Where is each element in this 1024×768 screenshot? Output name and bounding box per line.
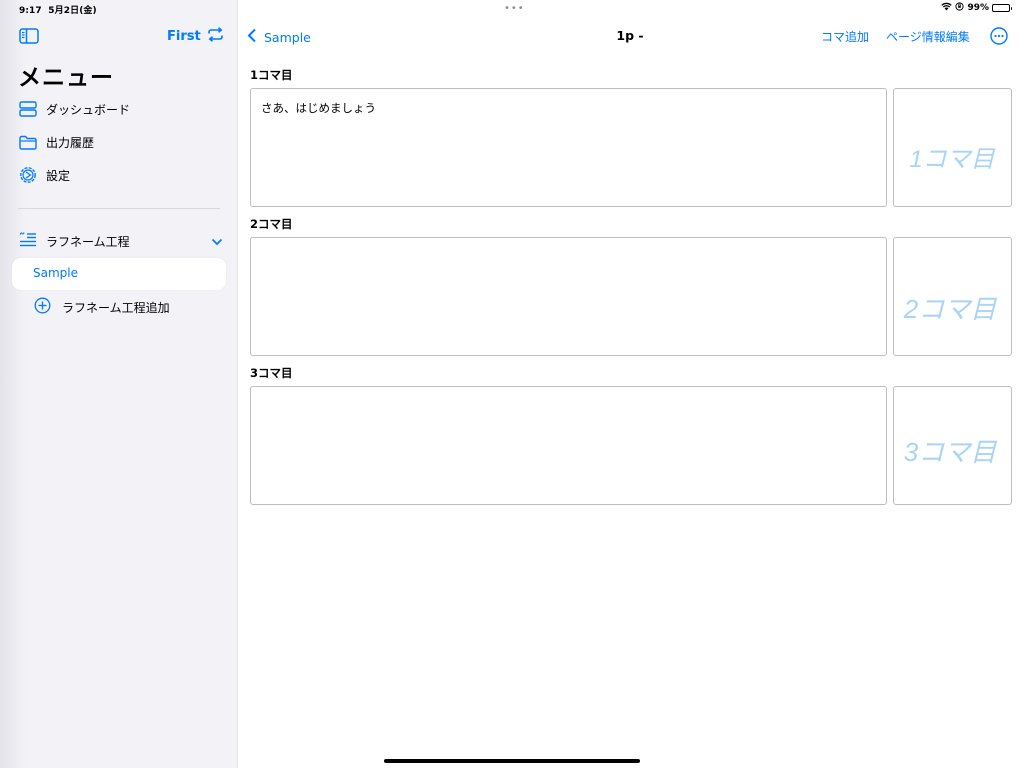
sketch-text: 3コマ目 <box>904 437 997 467</box>
chevron-left-icon <box>247 28 257 46</box>
wifi-icon <box>941 2 953 14</box>
page-title: 1p - <box>616 28 644 43</box>
status-clock: 9:17 5月2日(金) <box>19 3 97 16</box>
chevron-down-icon[interactable] <box>211 235 223 249</box>
frame-label: 2コマ目 <box>250 217 293 231</box>
dashboard-icon <box>19 100 37 118</box>
sidebar-item-label: ダッシュボード <box>46 102 131 117</box>
home-indicator[interactable] <box>384 759 640 763</box>
frame-text-field[interactable]: さあ、はじめましょう <box>250 88 887 207</box>
sketch-drawing: 3コマ目 <box>904 437 997 467</box>
frame-sketch[interactable]: 2コマ目 <box>893 237 1012 356</box>
frame-text-value: さあ、はじめましょう <box>261 101 376 115</box>
add-label: ラフネーム工程追加 <box>62 300 170 315</box>
battery-icon <box>992 4 1012 12</box>
section-label: ラフネーム工程 <box>46 235 130 249</box>
sidebar-item-sample[interactable]: Sample <box>12 258 226 290</box>
sidebar-divider <box>18 208 220 209</box>
sidebar-item-output-history[interactable]: 出力履歴 <box>19 133 94 151</box>
sketch-text: 1コマ目 <box>909 146 995 173</box>
frame-text-field[interactable] <box>250 386 887 505</box>
frame-label: 1コマ目 <box>250 68 293 82</box>
more-icon[interactable] <box>990 27 1008 45</box>
status-date: 5月2日(金) <box>48 6 97 16</box>
frame-text-field[interactable] <box>250 237 887 356</box>
orientation-lock-icon <box>955 2 965 14</box>
edit-page-info-button[interactable]: ページ情報編集 <box>886 28 970 45</box>
add-rough-name-button[interactable]: ラフネーム工程追加 <box>34 297 170 317</box>
sketch-drawing: 1コマ目 <box>909 146 995 173</box>
back-label: Sample <box>264 29 311 45</box>
first-button[interactable]: First <box>167 27 224 46</box>
sidebar-item-label: Sample <box>33 266 78 280</box>
sidebar-item-dashboard[interactable]: ダッシュボード <box>19 100 130 118</box>
back-button[interactable]: Sample <box>247 28 311 46</box>
list-icon <box>19 232 37 251</box>
multitask-dots[interactable]: ••• <box>504 3 525 14</box>
gear-icon <box>19 166 37 184</box>
repeat-icon <box>207 27 224 46</box>
sketch-text: 2コマ目 <box>903 294 997 324</box>
status-indicators: 99% <box>941 2 1012 14</box>
plus-circle-icon <box>34 297 51 317</box>
sidebar-item-label: 出力履歴 <box>46 135 95 150</box>
sidebar-item-label: 設定 <box>46 168 71 183</box>
frame-sketch[interactable]: 1コマ目 <box>893 88 1012 207</box>
add-frame-button[interactable]: コマ追加 <box>821 28 869 45</box>
folder-icon <box>19 133 37 151</box>
battery-percent: 99% <box>967 3 989 13</box>
frame-label: 3コマ目 <box>250 366 293 380</box>
frame-sketch[interactable]: 3コマ目 <box>893 386 1012 505</box>
sketch-drawing: 2コマ目 <box>903 294 997 324</box>
first-label: First <box>167 29 201 44</box>
sidebar-toggle-icon[interactable] <box>19 28 39 44</box>
status-time: 9:17 <box>19 6 42 16</box>
sidebar-item-settings[interactable]: 設定 <box>19 166 70 184</box>
menu-title: メニュー <box>18 65 114 91</box>
sidebar-section-rough-name[interactable]: ラフネーム工程 <box>19 232 223 251</box>
